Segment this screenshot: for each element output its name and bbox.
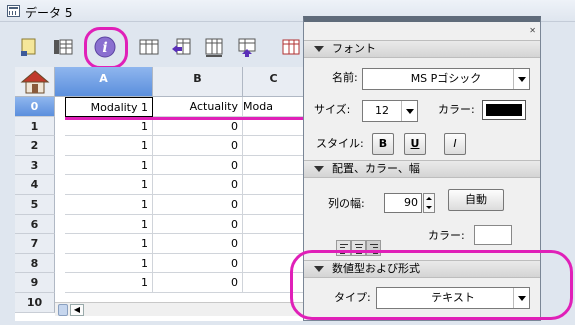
table-cell[interactable]: 1 <box>65 175 153 195</box>
note-icon[interactable] <box>18 36 40 58</box>
type-highlight-circle <box>290 250 573 320</box>
table-cell[interactable] <box>243 195 305 215</box>
row-header[interactable]: 5 <box>15 195 55 215</box>
underline-button[interactable]: U <box>404 133 426 155</box>
table-cell[interactable]: 1 <box>65 273 153 293</box>
table-window-icon <box>7 5 20 17</box>
font-size-label: サイズ: <box>314 103 351 116</box>
table-icon[interactable] <box>52 36 74 58</box>
font-name-value: MS Pゴシック <box>410 72 482 85</box>
delete-column-icon[interactable] <box>202 36 224 58</box>
collapse-triangle-icon <box>314 46 324 52</box>
column-width-label: 列の幅: <box>328 197 365 210</box>
table-cell[interactable]: 1 <box>65 253 153 274</box>
column-header-c[interactable]: C <box>243 67 305 97</box>
column-header-b[interactable]: B <box>153 67 243 97</box>
home-icon[interactable] <box>15 67 55 97</box>
table-cell[interactable] <box>243 234 305 254</box>
font-size-select[interactable]: 12 <box>362 100 418 122</box>
scroll-thumb[interactable] <box>58 304 68 316</box>
scroll-left-arrow[interactable]: ◀ <box>70 304 84 316</box>
table-cell[interactable]: 1 <box>65 214 153 235</box>
chevron-down-icon <box>513 69 529 89</box>
header-cell[interactable]: Moda <box>243 97 305 117</box>
insert-column-up-icon[interactable] <box>236 36 258 58</box>
table-red-icon[interactable] <box>280 36 302 58</box>
row-header[interactable]: 0 <box>15 97 55 117</box>
close-icon[interactable]: ✕ <box>529 26 536 35</box>
layout-section-title: 配置、カラー、幅 <box>332 162 420 175</box>
insert-column-left-icon[interactable] <box>170 36 192 58</box>
header-cell[interactable]: Actuality <box>153 97 243 117</box>
row-header[interactable]: 7 <box>15 234 55 254</box>
row-header[interactable]: 3 <box>15 155 55 176</box>
row-header[interactable]: 10 <box>15 293 55 313</box>
bold-button[interactable]: B <box>372 133 394 155</box>
font-section-header[interactable]: フォント <box>304 40 540 58</box>
cell-color-swatch[interactable] <box>474 225 512 245</box>
table-cell[interactable] <box>243 214 305 235</box>
font-size-value: 12 <box>375 104 389 117</box>
row-header[interactable]: 1 <box>15 116 55 137</box>
cell-color-fill <box>478 229 508 241</box>
column-width-stepper[interactable] <box>423 193 435 213</box>
font-color-fill <box>486 104 522 116</box>
italic-button[interactable]: I <box>444 133 466 155</box>
table-cell[interactable] <box>243 175 305 195</box>
table-cell[interactable]: 1 <box>65 136 153 156</box>
table-cell[interactable] <box>243 155 305 176</box>
row-header[interactable]: 4 <box>15 175 55 195</box>
chevron-down-icon <box>401 101 417 121</box>
font-name-label: 名前: <box>332 71 358 84</box>
header-cell[interactable]: Modality 1 <box>65 97 153 117</box>
table-cell[interactable]: 1 <box>65 234 153 254</box>
row-header[interactable]: 2 <box>15 136 55 156</box>
table-cell[interactable]: 1 <box>65 155 153 176</box>
row-header[interactable]: 6 <box>15 214 55 235</box>
row-header[interactable]: 9 <box>15 273 55 293</box>
table-cell[interactable]: 0 <box>153 175 243 195</box>
header-row-underline <box>65 117 305 120</box>
columns-icon[interactable] <box>138 36 160 58</box>
collapse-triangle-icon <box>314 166 324 172</box>
font-color-label: カラー: <box>438 103 475 116</box>
window-title: データ 5 <box>25 6 73 20</box>
table-cell[interactable]: 0 <box>153 234 243 254</box>
font-style-label: スタイル: <box>316 137 364 150</box>
column-header-a[interactable]: A <box>55 67 153 97</box>
table-cell[interactable]: 0 <box>153 214 243 235</box>
font-color-swatch[interactable] <box>482 100 526 120</box>
table-cell[interactable]: 0 <box>153 155 243 176</box>
table-cell[interactable] <box>243 136 305 156</box>
column-width-input[interactable]: 90 <box>384 193 422 213</box>
horizontal-scrollbar[interactable]: ◀ <box>55 302 305 316</box>
font-name-select[interactable]: MS Pゴシック <box>362 68 530 90</box>
row-header[interactable]: 8 <box>15 253 55 274</box>
data-window: データ 5 i A B C 0 Modality 1 Actuality Mod… <box>0 0 575 325</box>
info-highlight-circle <box>84 27 128 69</box>
font-section-title: フォント <box>332 42 376 55</box>
layout-section-header[interactable]: 配置、カラー、幅 <box>304 160 540 178</box>
table-cell[interactable]: 0 <box>153 136 243 156</box>
cell-color-label: カラー: <box>428 229 465 242</box>
table-cell[interactable]: 0 <box>153 253 243 274</box>
table-cell[interactable]: 0 <box>153 273 243 293</box>
auto-width-button[interactable]: 自動 <box>448 189 504 211</box>
table-cell[interactable]: 1 <box>65 195 153 215</box>
table-cell[interactable]: 0 <box>153 195 243 215</box>
